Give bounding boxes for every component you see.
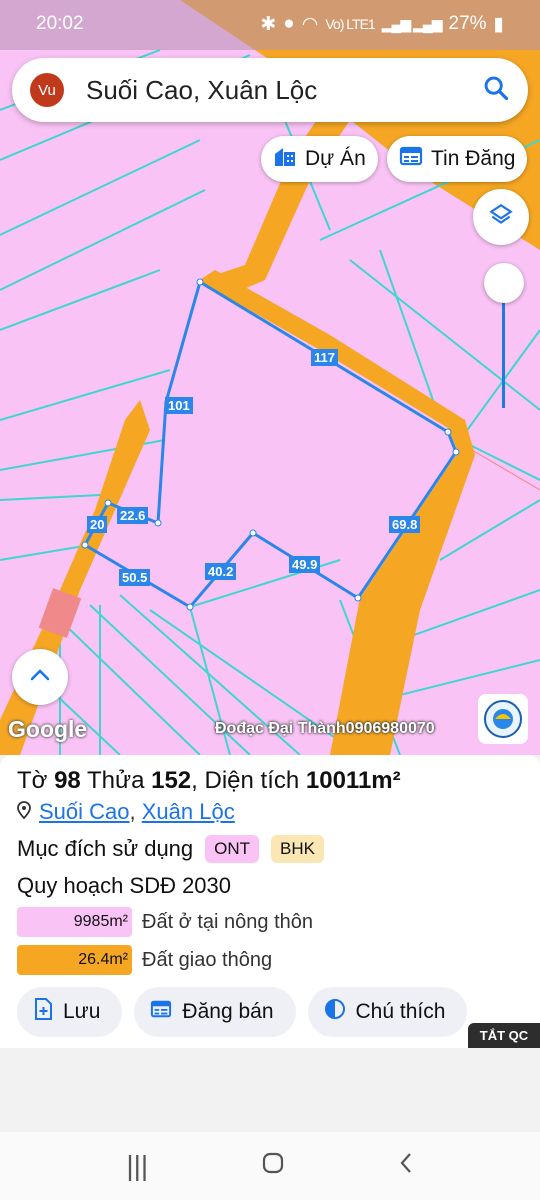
layers-button[interactable] <box>473 189 529 245</box>
listings-chip[interactable]: Tin Đăng <box>387 136 528 182</box>
legend-label-residential: Đất ở tại nông thôn <box>142 910 314 933</box>
location-icon: ● <box>283 13 295 34</box>
save-button[interactable]: Lưu <box>17 987 123 1037</box>
area-label: , Diện tích <box>191 767 300 794</box>
edge-label: 40.2 <box>205 563 237 580</box>
close-ads-button[interactable]: TẮT QC <box>468 1023 540 1048</box>
home-icon[interactable] <box>261 1150 285 1182</box>
sheet-number: 98 <box>54 767 81 794</box>
legend-button-label: Chú thích <box>355 1000 446 1023</box>
edge-label: 20 <box>87 516 108 533</box>
wifi-icon: ◠ <box>301 13 319 35</box>
status-time: 20:02 <box>36 13 84 34</box>
parcel-label: Thửa <box>87 767 145 794</box>
back-icon[interactable] <box>398 1150 414 1182</box>
search-input[interactable]: Suối Cao, Xuân Lộc <box>86 75 482 106</box>
legend-label-transport: Đất giao thông <box>142 948 273 971</box>
legend-row: 26.4m² Đất giao thông <box>17 945 523 975</box>
legend-area-transport: 26.4m² <box>17 945 132 975</box>
legend-button[interactable]: Chú thích <box>307 987 468 1037</box>
projects-chip[interactable]: Dự Án <box>261 136 378 182</box>
legend-row: 9985m² Đất ở tại nông thôn <box>17 907 523 937</box>
listing-icon <box>150 999 172 1025</box>
search-icon[interactable] <box>482 74 510 107</box>
avatar[interactable]: Vu <box>30 73 64 107</box>
post-listing-button[interactable]: Đăng bán <box>134 987 296 1037</box>
commune-link[interactable]: Suối Cao <box>39 799 130 824</box>
post-listing-label: Đăng bán <box>182 1000 274 1023</box>
layers-icon <box>488 202 514 233</box>
battery-level: 27% <box>448 13 487 34</box>
watermark-text: Đođạc Đại Thành0906980070 <box>215 720 435 737</box>
status-icons: ✱ ● ◠ Vo) LTE1 ▂▄▆ ▂▄▆ 27% ▮ <box>260 13 504 36</box>
battery-icon: ▮ <box>493 13 504 35</box>
search-bar[interactable]: Vu Suối Cao, Xuân Lộc <box>12 58 528 122</box>
sheet-label: Tờ <box>17 767 48 794</box>
parcel-number: 152 <box>151 767 192 794</box>
parcel-title: Tờ 98 Thửa 152, Diện tích 10011m² <box>17 767 523 795</box>
building-icon <box>273 145 297 173</box>
bluetooth-icon: ✱ <box>260 13 277 35</box>
chevron-up-icon <box>29 668 51 687</box>
purpose-tag-ont: ONT <box>205 835 260 863</box>
edge-label: 49.9 <box>289 556 321 573</box>
edge-label: 101 <box>165 397 193 414</box>
edge-label: 117 <box>311 349 338 366</box>
land-use-purpose: Mục đích sử dụng ONT BHK <box>17 835 523 863</box>
signal-icon: ▂▄▆ ▂▄▆ <box>381 15 443 32</box>
company-logo[interactable] <box>478 694 528 744</box>
location-pin-icon <box>17 799 31 825</box>
opacity-slider-handle[interactable] <box>484 263 524 303</box>
edge-label: 69.8 <box>389 516 421 533</box>
location-line: Suối Cao, Xuân Lộc <box>17 799 523 825</box>
district-link[interactable]: Xuân Lộc <box>142 799 235 824</box>
parcel-info-panel: Tờ 98 Thửa 152, Diện tích 10011m² Suối C… <box>0 755 540 1048</box>
status-bar: 20:02 ✱ ● ◠ Vo) LTE1 ▂▄▆ ▂▄▆ 27% ▮ <box>0 0 540 48</box>
plan-title: Quy hoạch SDĐ 2030 <box>17 873 232 898</box>
system-nav-bar: ||| <box>0 1132 540 1200</box>
expand-up-button[interactable] <box>12 649 68 705</box>
recent-apps-icon[interactable]: ||| <box>126 1150 148 1182</box>
edge-label: 22.6 <box>117 507 149 524</box>
half-circle-icon <box>324 998 346 1026</box>
listing-icon <box>399 145 423 173</box>
edge-label: 50.5 <box>119 569 151 586</box>
listings-chip-label: Tin Đăng <box>431 147 516 170</box>
action-bar: Lưu Đăng bán Chú thích <box>17 987 523 1037</box>
map-view[interactable]: 117 101 22.6 20 50.5 40.2 49.9 69.8 20:0… <box>0 0 540 755</box>
purpose-label: Mục đích sử dụng <box>17 836 194 861</box>
legend-area-residential: 9985m² <box>17 907 132 937</box>
save-file-icon <box>33 998 53 1026</box>
google-logo: Google <box>8 716 88 742</box>
volte-indicator: Vo) LTE1 <box>325 16 375 32</box>
projects-chip-label: Dự Án <box>305 147 366 170</box>
area-value: 10011m² <box>305 767 401 794</box>
save-button-label: Lưu <box>63 1000 101 1023</box>
purpose-tag-bhk: BHK <box>271 835 325 863</box>
